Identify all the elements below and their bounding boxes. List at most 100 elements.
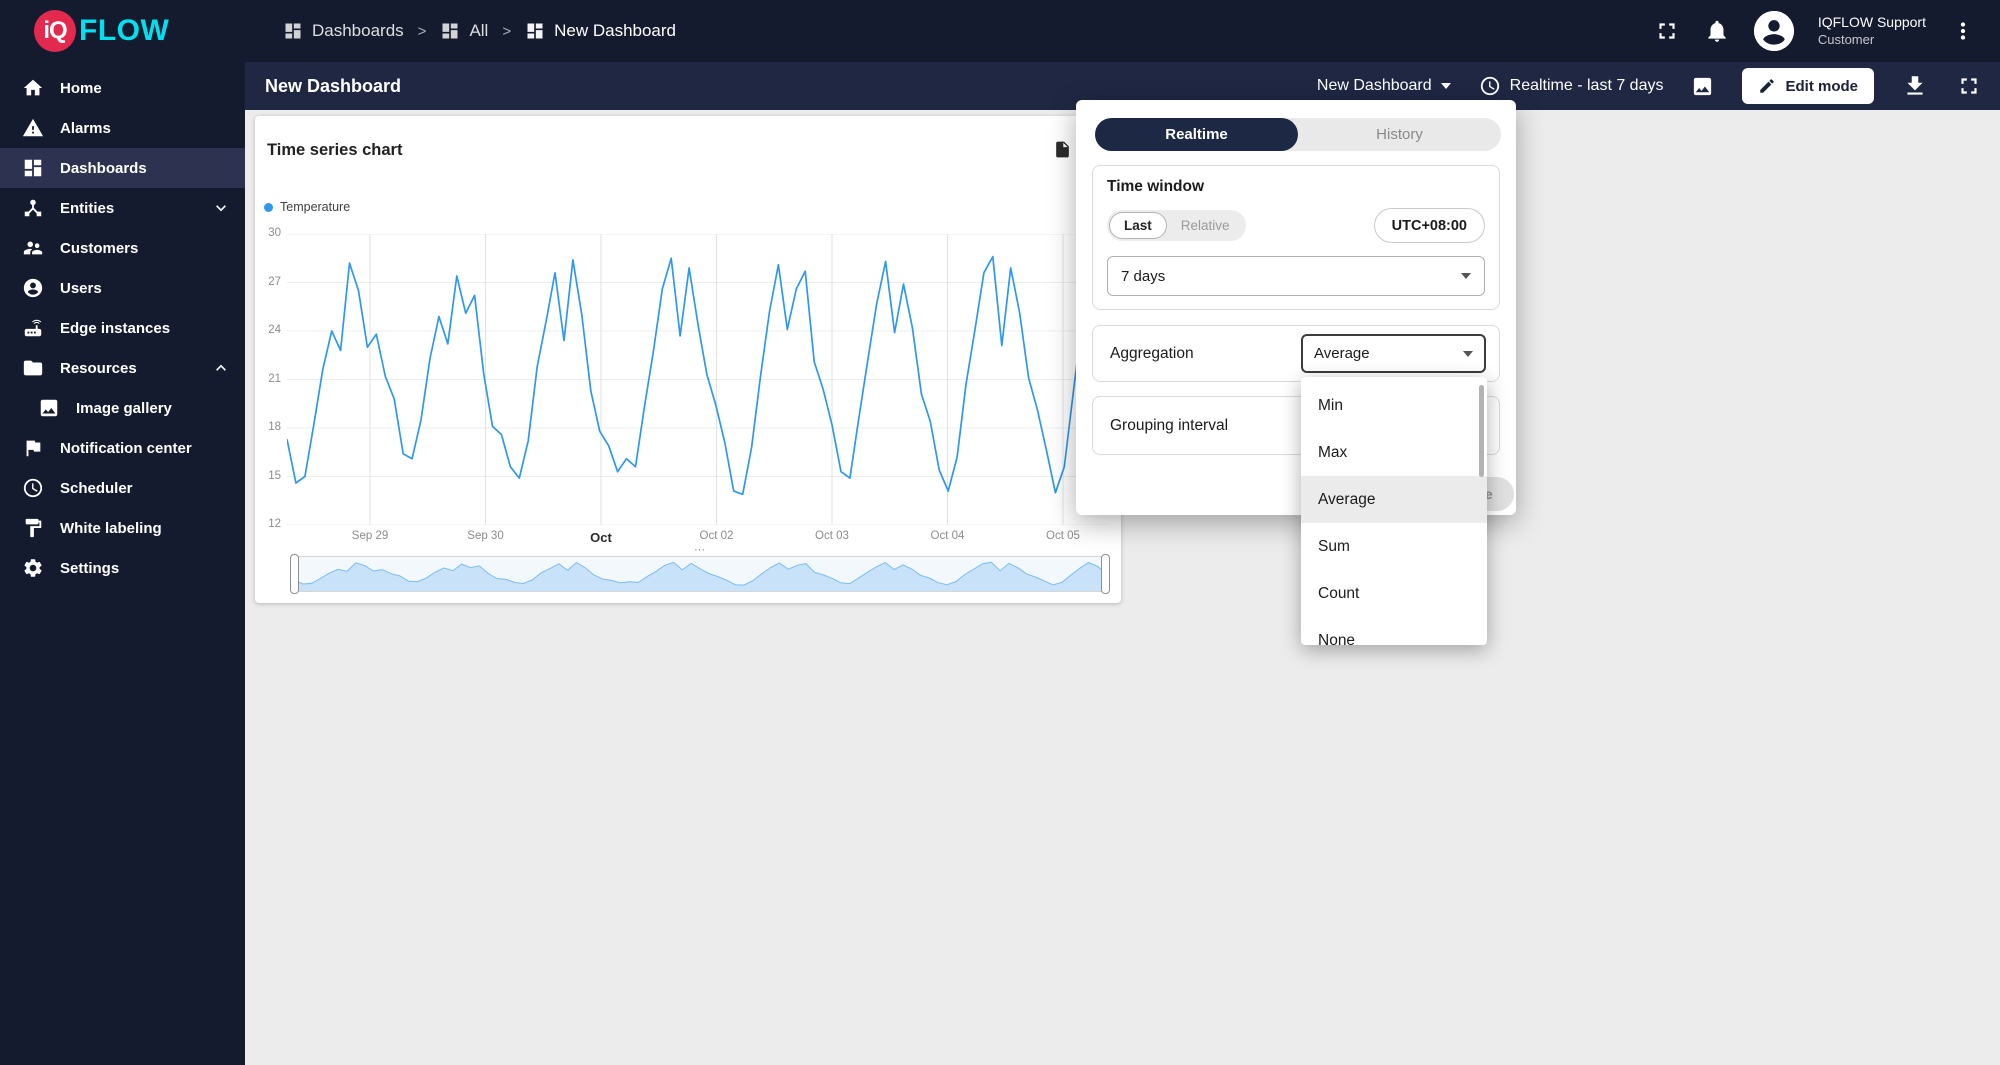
sidebar-item-label: Resources <box>60 359 137 377</box>
sidebar-item-users[interactable]: Users <box>0 268 245 308</box>
breadcrumb-separator: > <box>417 22 427 40</box>
tab-realtime[interactable]: Realtime <box>1095 118 1298 151</box>
breadcrumb-item-dashboards[interactable]: Dashboards <box>283 21 404 41</box>
chevron-down-icon <box>1463 350 1473 357</box>
scrubber-left-handle[interactable] <box>290 554 299 594</box>
hub-icon <box>22 197 44 219</box>
sidebar-item-label: Scheduler <box>60 479 133 497</box>
dashboards-icon <box>440 21 460 41</box>
user-info[interactable]: IQFLOW Support Customer <box>1818 13 1926 48</box>
chevron-down-icon <box>211 198 231 218</box>
folder-icon <box>22 357 44 379</box>
fullscreen-icon[interactable] <box>1654 18 1680 44</box>
sidebar-item-alarms[interactable]: Alarms <box>0 108 245 148</box>
x-axis-tick: Oct 05 <box>1046 530 1080 542</box>
people-icon <box>22 237 44 259</box>
legend-item-temperature[interactable]: Temperature <box>264 200 350 214</box>
logo-text: FLOW <box>79 14 170 47</box>
scrubber-right-handle[interactable] <box>1101 554 1110 594</box>
widget-title: Time series chart <box>267 141 403 159</box>
sidebar-item-customers[interactable]: Customers <box>0 228 245 268</box>
download-icon[interactable] <box>1902 73 1928 99</box>
sidebar-item-label: Image gallery <box>76 399 172 417</box>
chevron-down-icon <box>1461 273 1471 279</box>
y-axis-tick: 18 <box>268 421 281 433</box>
sidebar-item-dashboards[interactable]: Dashboards <box>0 148 245 188</box>
mode-relative-button[interactable]: Relative <box>1167 212 1244 239</box>
clock-icon <box>1479 75 1501 97</box>
edit-mode-button[interactable]: Edit mode <box>1742 68 1874 104</box>
sidebar-item-image-gallery[interactable]: Image gallery <box>0 388 245 428</box>
widget-export-icon[interactable] <box>1053 140 1072 159</box>
dashboards-icon <box>283 21 303 41</box>
dashboards-icon <box>525 21 545 41</box>
dropdown-option-sum[interactable]: Sum <box>1301 523 1487 570</box>
breadcrumb-label: All <box>469 21 489 40</box>
breadcrumb-label: Dashboards <box>312 21 404 40</box>
y-axis-tick: 21 <box>268 372 281 385</box>
sidebar-item-label: Settings <box>60 559 120 577</box>
mode-last-button[interactable]: Last <box>1109 212 1167 239</box>
x-axis-tick: Sep 30 <box>467 530 504 542</box>
breadcrumb-label: New Dashboard <box>554 21 677 40</box>
x-axis-tick: Oct 02 <box>699 530 734 542</box>
sidebar-item-label: Home <box>60 79 102 97</box>
x-axis-tick: Oct 04 <box>930 530 965 542</box>
duration-select[interactable]: 7 days <box>1107 256 1485 296</box>
sidebar-item-label: Edge instances <box>60 319 171 337</box>
x-axis-tick: Oct 03 <box>815 530 849 542</box>
tab-history[interactable]: History <box>1298 118 1501 151</box>
time-window-title: Time window <box>1107 178 1205 195</box>
dropdown-option-average[interactable]: Average <box>1301 476 1487 523</box>
dropdown-option-none[interactable]: None <box>1301 617 1487 646</box>
sidebar-item-notification-center[interactable]: Notification center <box>0 428 245 468</box>
sidebar-item-resources[interactable]: Resources <box>0 348 245 388</box>
user-avatar[interactable] <box>1753 11 1794 51</box>
sidebar-item-settings[interactable]: Settings <box>0 548 245 588</box>
paint-icon <box>22 517 44 539</box>
more-menu-icon[interactable] <box>1950 18 1976 44</box>
legend-label: Temperature <box>280 200 351 214</box>
aggregation-select[interactable]: Average <box>1301 334 1486 373</box>
time-window-mode-toggle: Last Relative <box>1107 210 1246 241</box>
image-toolbar-icon[interactable] <box>1691 75 1714 98</box>
clock-icon <box>22 477 44 499</box>
dropdown-scrollbar[interactable] <box>1479 385 1484 477</box>
sidebar-nav: Home Alarms Dashboards Entities Customers Use… <box>0 62 245 1065</box>
user-name: IQFLOW Support <box>1817 14 1926 31</box>
sidebar-item-label: Users <box>60 279 102 297</box>
aggregation-dropdown: Min Max Average Sum Count None <box>1301 377 1487 645</box>
sidebar-item-scheduler[interactable]: Scheduler <box>0 468 245 508</box>
scrubber-grip[interactable]: ⋯ <box>694 543 706 556</box>
sidebar-item-white-labeling[interactable]: White labeling <box>0 508 245 548</box>
timezone-button[interactable]: UTC+08:00 <box>1373 208 1485 243</box>
user-role: Customer <box>1817 31 1875 47</box>
dropdown-option-min[interactable]: Min <box>1301 382 1487 429</box>
aggregation-label: Aggregation <box>1110 344 1194 362</box>
x-axis-tick: Sep 29 <box>351 530 389 542</box>
time-series-plot[interactable] <box>286 233 1110 526</box>
sidebar-item-label: White labeling <box>60 519 162 537</box>
breadcrumb-separator: > <box>502 22 512 40</box>
dropdown-option-max[interactable]: Max <box>1301 429 1487 476</box>
logo-mark: iQ <box>34 10 76 52</box>
sidebar-item-edge-instances[interactable]: Edge instances <box>0 308 245 348</box>
dashboard-fullscreen-icon[interactable] <box>1956 73 1982 99</box>
breadcrumb-item-new-dashboard[interactable]: New Dashboard <box>525 21 676 41</box>
grouping-interval-label: Grouping interval <box>1110 416 1229 434</box>
sidebar-item-label: Customers <box>60 239 139 257</box>
dashboard-selector[interactable]: New Dashboard <box>1317 77 1451 95</box>
dropdown-option-count[interactable]: Count <box>1301 570 1487 617</box>
notifications-bell-icon[interactable] <box>1704 18 1730 44</box>
breadcrumb-item-all[interactable]: All <box>440 21 488 41</box>
y-axis-tick: 30 <box>268 227 281 239</box>
timewindow-button[interactable]: Realtime - last 7 days <box>1479 75 1663 97</box>
time-range-scrubber[interactable]: ⋯ <box>290 544 1110 594</box>
legend-dot <box>264 202 273 212</box>
sidebar-item-entities[interactable]: Entities <box>0 188 245 228</box>
pencil-icon <box>1758 77 1776 95</box>
person-icon <box>22 277 44 299</box>
top-bar: iQ FLOW Dashboards > All > New Dashboard IQF… <box>0 0 2000 62</box>
sidebar-item-home[interactable]: Home <box>0 68 245 108</box>
breadcrumb: Dashboards > All > New Dashboard <box>283 21 676 41</box>
